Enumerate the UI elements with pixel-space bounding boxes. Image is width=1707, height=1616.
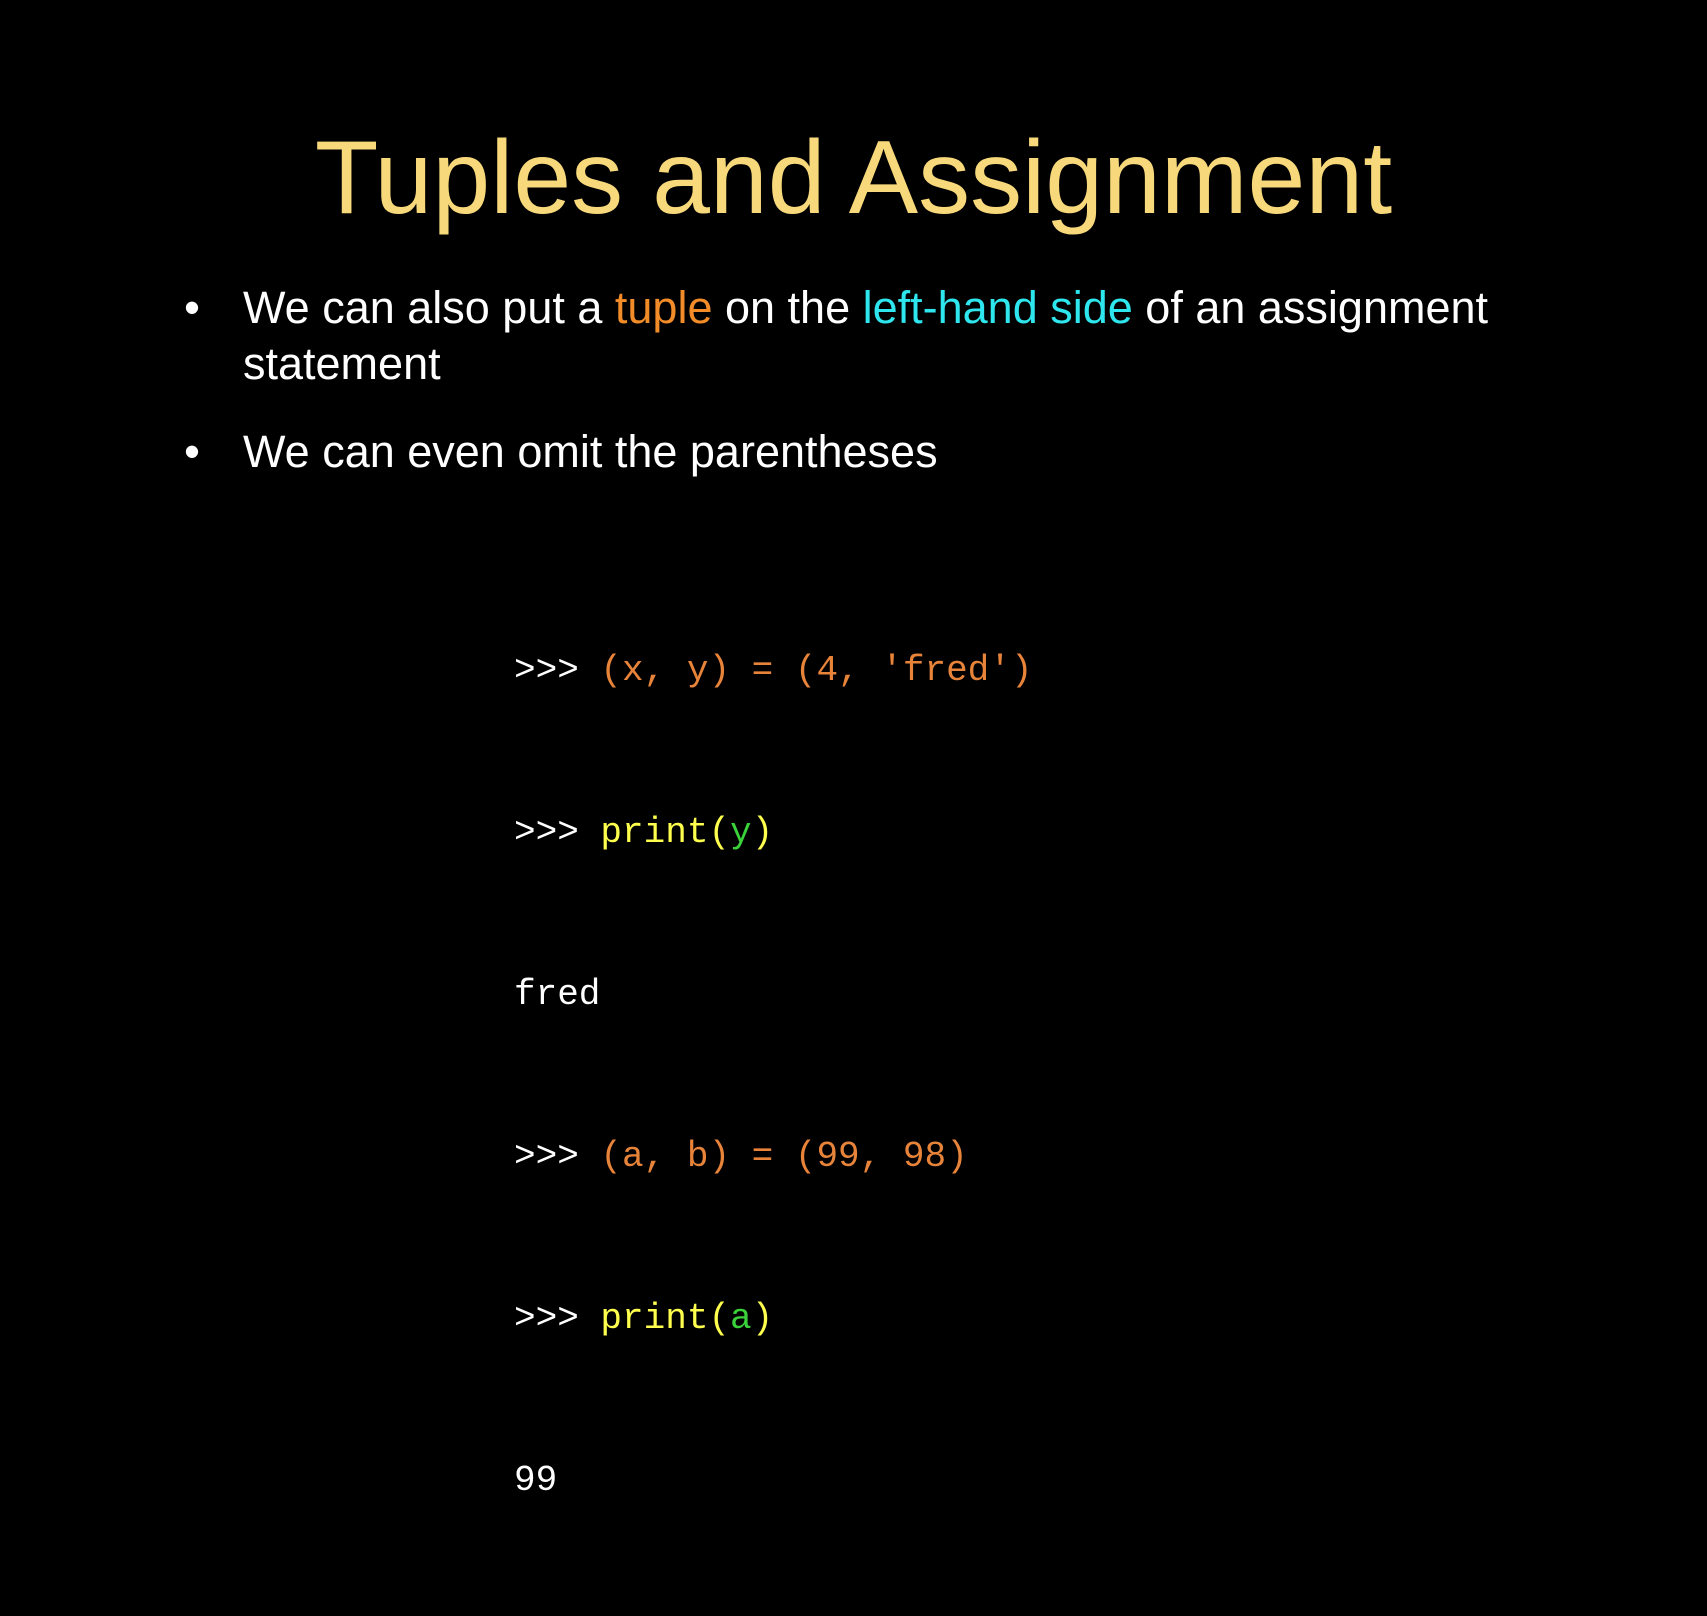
code-function: ) [751,812,774,853]
code-expression: (x, y) = (4, 'fred') [600,650,1033,691]
bullet-segment-highlight-tuple: tuple [614,282,713,333]
code-prompt: >>> [514,1136,601,1177]
bullet-segment: We can also put a [243,282,615,333]
bullet-segment-highlight-left-hand-side: left-hand side [862,282,1133,333]
code-variable: y [730,812,752,853]
code-prompt: >>> [514,812,601,853]
code-line: 99 [514,1454,1033,1508]
code-prompt: >>> [514,650,601,691]
slide: Tuples and Assignment • We can also put … [0,0,1707,1501]
bullet-marker: • [184,426,200,477]
code-prompt: >>> [514,1298,601,1339]
code-line: >>> (a, b) = (99, 98) [514,1130,1033,1184]
code-function: ) [751,1298,774,1339]
code-output: 99 [514,1460,558,1501]
bullet-item: • We can also put a tuple on the left-ha… [180,280,1580,392]
code-function: print( [600,1298,731,1339]
code-function: print( [600,812,731,853]
code-line: >>> print(a) [514,1292,1033,1346]
bullet-list: • We can also put a tuple on the left-ha… [180,280,1580,480]
code-line: fred [514,968,1033,1022]
bullet-item: • We can even omit the parentheses [180,424,1580,480]
code-expression: (a, b) = (99, 98) [600,1136,968,1177]
bullet-segment: on the [712,282,863,333]
bullet-segment: We can even omit the parentheses [243,426,938,477]
code-variable: a [730,1298,752,1339]
code-output: fred [514,974,601,1015]
bullet-marker: • [184,282,200,333]
code-block: >>> (x, y) = (4, 'fred') >>> print(y) fr… [514,536,1033,1616]
code-line: >>> print(y) [514,806,1033,860]
code-line: >>> (x, y) = (4, 'fred') [514,644,1033,698]
slide-title: Tuples and Assignment [314,120,1393,236]
